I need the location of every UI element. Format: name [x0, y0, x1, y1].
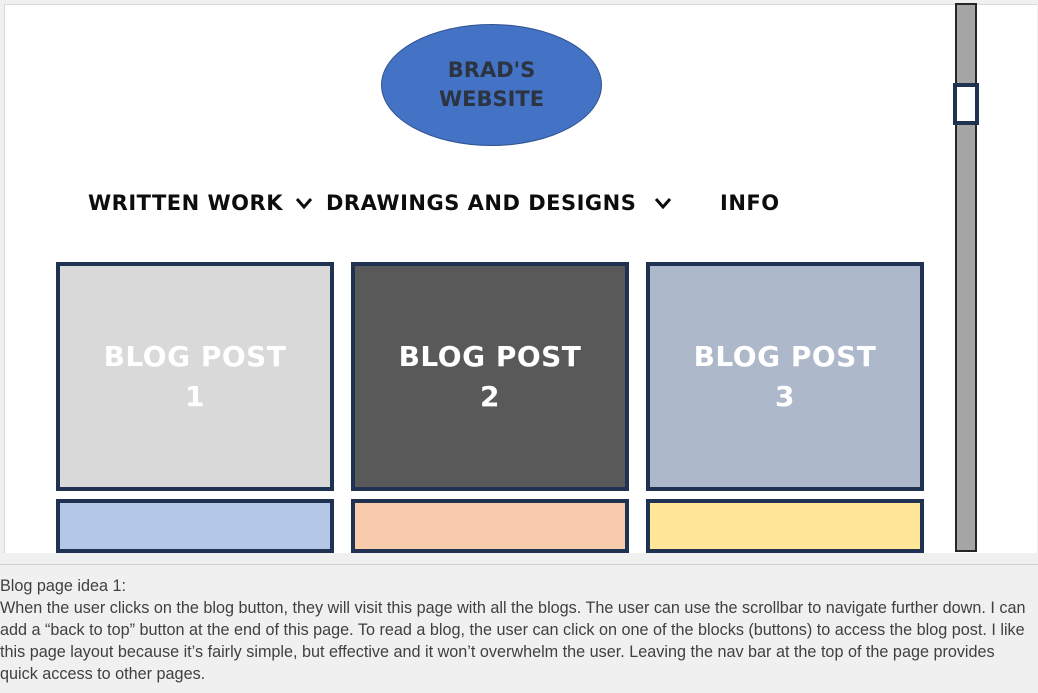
nav-drawings-and-designs[interactable]: DRAWINGS AND DESIGNS — [326, 189, 672, 217]
blog-post-3-button[interactable]: BLOG POST 3 — [646, 262, 924, 491]
chevron-down-icon — [654, 196, 672, 210]
blog-post-2-button[interactable]: BLOG POST 2 — [351, 262, 629, 491]
nav-written-work[interactable]: WRITTEN WORK — [88, 189, 313, 217]
site-logo[interactable]: BRAD'S WEBSITE — [381, 24, 602, 146]
nav-info-label: INFO — [720, 191, 780, 215]
nav-info[interactable]: INFO — [720, 189, 780, 217]
blog-post-5-button[interactable] — [351, 499, 629, 553]
nav-drawings-label: DRAWINGS AND DESIGNS — [326, 191, 637, 215]
scrollbar-thumb[interactable] — [953, 83, 979, 125]
blog-post-1-button[interactable]: BLOG POST 1 — [56, 262, 334, 491]
blog-post-6-button[interactable] — [646, 499, 924, 553]
speaker-notes-pane[interactable]: Blog page idea 1: When the user clicks o… — [0, 564, 1038, 693]
nav-written-work-label: WRITTEN WORK — [88, 191, 283, 215]
speaker-notes-text: Blog page idea 1: When the user clicks o… — [0, 577, 1026, 683]
blog-post-4-button[interactable] — [56, 499, 334, 553]
chevron-down-icon — [295, 196, 313, 210]
